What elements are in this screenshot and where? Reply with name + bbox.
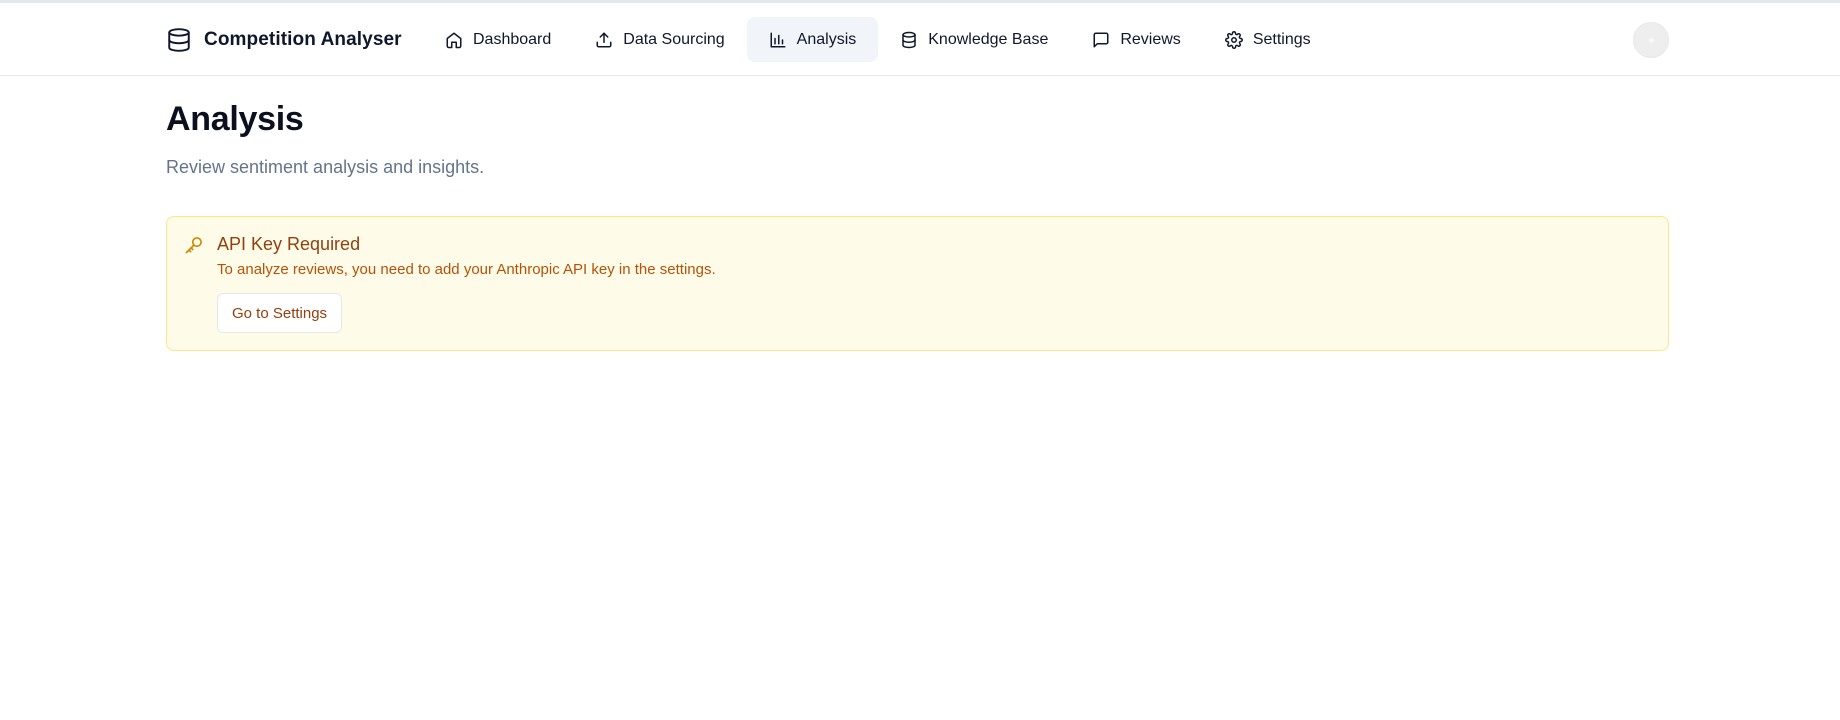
key-icon bbox=[184, 235, 204, 255]
message-square-icon bbox=[1092, 31, 1110, 49]
api-key-alert: API Key Required To analyze reviews, you… bbox=[166, 216, 1669, 351]
avatar[interactable] bbox=[1633, 22, 1669, 58]
nav-item-data-sourcing[interactable]: Data Sourcing bbox=[573, 17, 746, 62]
page-subtitle: Review sentiment analysis and insights. bbox=[166, 157, 485, 177]
app-title: Competition Analyser bbox=[204, 28, 402, 50]
database-icon bbox=[166, 26, 192, 54]
top-navbar: Competition Analyser Dashboard Data Sour… bbox=[0, 3, 1840, 76]
main-nav: Dashboard Data Sourcing Analysis Knowled… bbox=[423, 17, 1333, 62]
bar-chart-icon bbox=[769, 31, 787, 49]
nav-item-label: Dashboard bbox=[473, 30, 552, 48]
upload-icon bbox=[595, 31, 613, 49]
database-icon bbox=[900, 31, 918, 49]
alert-description: To analyze reviews, you need to add your… bbox=[217, 261, 716, 278]
nav-item-analysis[interactable]: Analysis bbox=[746, 17, 879, 62]
gear-icon bbox=[1224, 30, 1243, 49]
nav-item-label: Data Sourcing bbox=[623, 30, 725, 48]
nav-item-reviews[interactable]: Reviews bbox=[1070, 17, 1202, 62]
nav-item-label: Knowledge Base bbox=[928, 30, 1049, 48]
nav-item-label: Settings bbox=[1252, 30, 1311, 48]
go-to-settings-button[interactable]: Go to Settings bbox=[217, 293, 343, 333]
nav-item-knowledge-base[interactable]: Knowledge Base bbox=[878, 17, 1070, 62]
home-icon bbox=[445, 31, 463, 49]
app-brand[interactable]: Competition Analyser bbox=[166, 3, 402, 76]
nav-item-label: Reviews bbox=[1120, 30, 1181, 48]
nav-item-settings[interactable]: Settings bbox=[1203, 17, 1333, 62]
alert-title: API Key Required bbox=[217, 234, 361, 254]
nav-item-dashboard[interactable]: Dashboard bbox=[423, 17, 573, 62]
page-title: Analysis bbox=[166, 100, 304, 138]
nav-item-label: Analysis bbox=[796, 30, 857, 48]
